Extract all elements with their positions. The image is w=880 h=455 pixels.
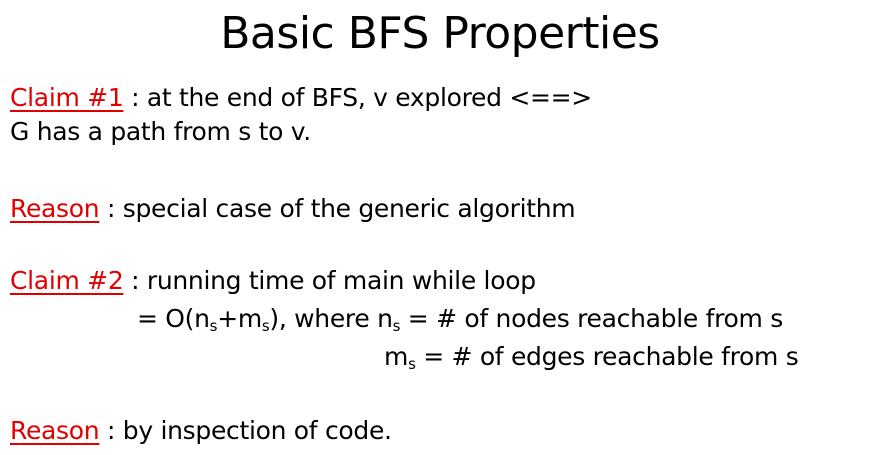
reason1-text: special case of the generic algorithm bbox=[122, 194, 576, 223]
reason1-separator: : bbox=[99, 194, 123, 223]
reason2-line: Reason : by inspection of code. bbox=[10, 415, 392, 447]
eq-part: = # of nodes reachable from s bbox=[400, 304, 783, 333]
eq-part: ), where n bbox=[269, 304, 393, 333]
reason1-line: Reason : special case of the generic alg… bbox=[10, 193, 576, 225]
slide-title: Basic BFS Properties bbox=[220, 8, 660, 59]
eq-part: = # of edges reachable from s bbox=[415, 342, 799, 371]
subscript: s bbox=[408, 355, 416, 373]
claim2-separator: : bbox=[123, 266, 147, 295]
reason1-label: Reason bbox=[10, 194, 100, 223]
reason2-separator: : bbox=[99, 416, 123, 445]
eq-part: +m bbox=[217, 304, 262, 333]
slide: Basic BFS Properties Claim #1 : at the e… bbox=[0, 0, 880, 455]
eq-part: = O(n bbox=[137, 304, 210, 333]
claim2-label: Claim #2 bbox=[10, 266, 124, 295]
eq-part: m bbox=[384, 342, 409, 371]
claim2-line: Claim #2 : running time of main while lo… bbox=[10, 265, 536, 297]
claim1-continuation: G has a path from s to v. bbox=[10, 117, 311, 146]
reason2-label: Reason bbox=[10, 416, 100, 445]
claim2-text: running time of main while loop bbox=[146, 266, 536, 295]
claim1-text: at the end of BFS, v explored <==> bbox=[146, 83, 592, 112]
claim1-line: Claim #1 : at the end of BFS, v explored… bbox=[10, 82, 592, 114]
claim2-edges-line: ms = # of edges reachable from s bbox=[384, 341, 799, 373]
claim2-equation: = O(ns+ms), where ns = # of nodes reacha… bbox=[137, 303, 783, 335]
claim1-label: Claim #1 bbox=[10, 83, 124, 112]
reason2-text: by inspection of code. bbox=[122, 416, 392, 445]
claim1-separator: : bbox=[123, 83, 147, 112]
